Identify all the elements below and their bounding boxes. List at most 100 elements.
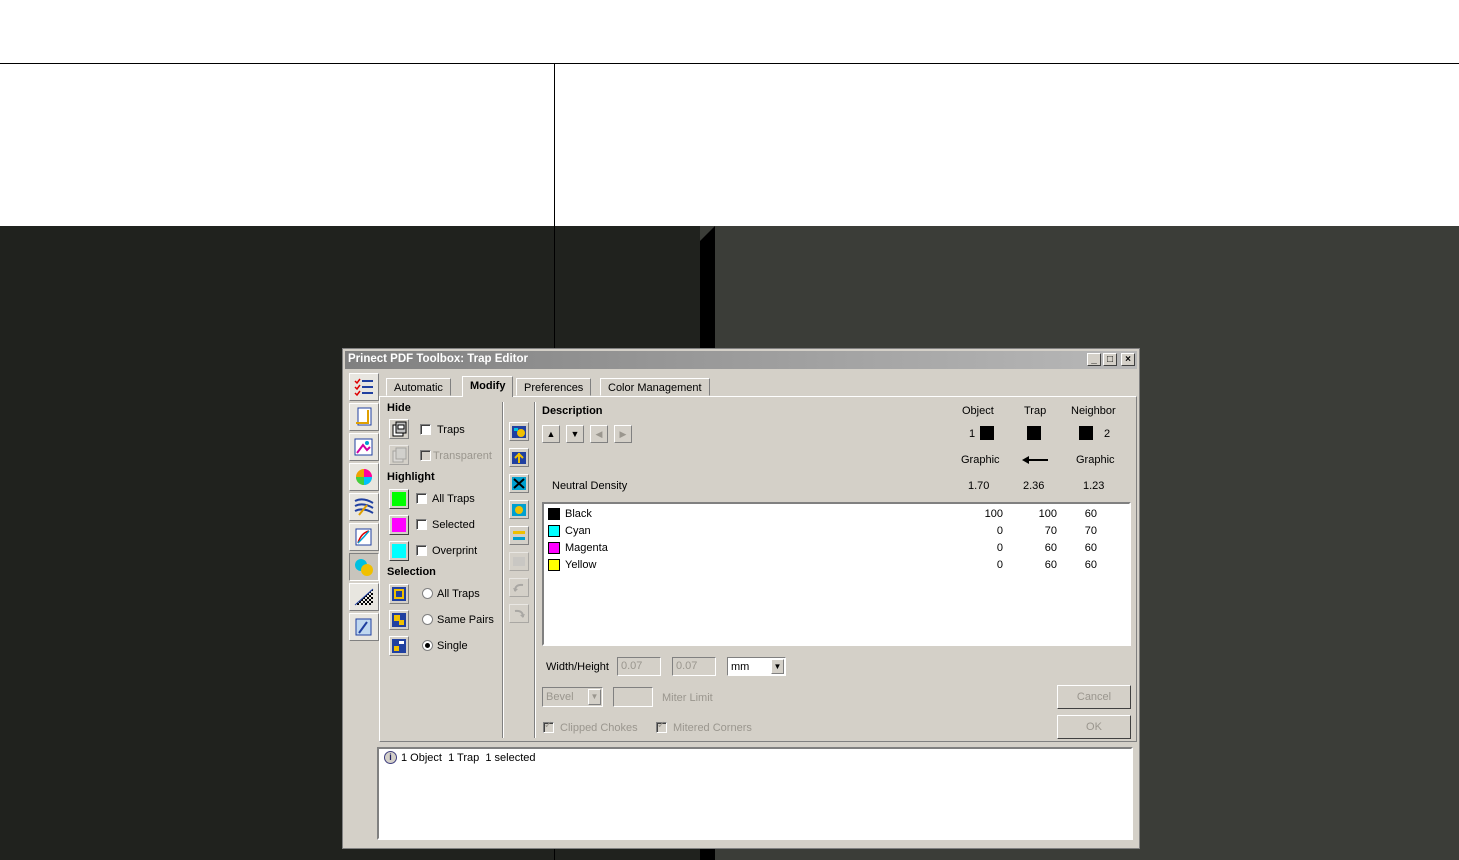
miter-limit-label: Miter Limit — [662, 692, 713, 704]
chevron-down-icon[interactable]: ▼ — [588, 689, 601, 705]
trap-tool-4-button[interactable] — [509, 500, 529, 519]
highlight-selected-label: Selected — [432, 519, 475, 531]
hide-transparent-checkbox[interactable] — [420, 450, 431, 461]
all-traps-radio[interactable] — [422, 588, 433, 599]
trap-tool-button[interactable] — [349, 553, 379, 581]
width-height-label: Width/Height — [546, 661, 609, 673]
list-item[interactable]: Black 100 100 60 — [547, 506, 1131, 523]
image-edit-icon — [354, 438, 373, 456]
neighbor-number: 2 — [1104, 428, 1111, 440]
select-same-pairs-button[interactable] — [389, 610, 409, 630]
screening-tool-button[interactable] — [349, 583, 379, 611]
move-down-button[interactable]: ▼ — [566, 425, 584, 443]
trap-settings-icon — [513, 557, 525, 566]
flight-check-tool-button[interactable] — [349, 613, 379, 641]
trap-direction-arrow-icon — [1021, 454, 1049, 469]
single-radio[interactable] — [422, 640, 433, 651]
ink-list[interactable]: Black 100 100 60 Cyan 0 70 70 Magenta 0 … — [542, 502, 1131, 646]
list-item[interactable]: Yellow 0 60 60 — [547, 557, 1131, 574]
select-all-icon — [392, 587, 406, 601]
cancel-button[interactable]: Cancel — [1057, 685, 1131, 709]
hide-traps-button[interactable] — [389, 419, 409, 439]
tab-color-management[interactable]: Color Management — [600, 378, 710, 396]
tab-modify[interactable]: Modify — [462, 376, 514, 397]
ink-name: Black — [565, 508, 592, 520]
minimize-icon: _ — [1091, 354, 1097, 365]
color-tool-button[interactable] — [349, 463, 379, 491]
ink-name: Magenta — [565, 542, 608, 554]
trap-color-swatch — [1027, 426, 1041, 440]
highlight-overprint-label: Overprint — [432, 545, 478, 557]
neighbor-column-header: Neighbor — [1071, 405, 1116, 417]
chevron-down-icon[interactable]: ▼ — [771, 659, 784, 674]
neighbor-color-swatch — [1079, 426, 1093, 440]
page-tool-button[interactable] — [349, 403, 379, 431]
highlight-all-traps-checkbox[interactable] — [416, 493, 427, 504]
image-tool-button[interactable] — [349, 433, 379, 461]
previous-button[interactable]: ◀ — [590, 425, 608, 443]
page-box-icon — [356, 407, 372, 426]
highlight-all-traps-color[interactable] — [389, 489, 409, 509]
highlight-selected-color[interactable] — [389, 515, 409, 535]
arrow-right-icon: ▶ — [619, 429, 627, 439]
trap-tool-1-button[interactable] — [509, 422, 529, 441]
redo-button[interactable] — [509, 604, 529, 623]
neighbor-type: Graphic — [1076, 454, 1115, 466]
ok-button[interactable]: OK — [1057, 715, 1131, 739]
join-type-select[interactable]: Bevel ▼ — [542, 687, 603, 707]
ink-trap-value: 70 — [1044, 525, 1057, 537]
radio-dot — [425, 643, 430, 648]
maximize-button[interactable]: □ — [1103, 353, 1117, 366]
tab-preferences[interactable]: Preferences — [516, 378, 592, 396]
background-bevel — [700, 226, 715, 241]
minimize-button[interactable]: _ — [1087, 353, 1101, 366]
panel-separator — [534, 402, 536, 738]
highlight-overprint-color[interactable] — [389, 541, 409, 561]
ink-color-swatch — [548, 508, 560, 520]
close-button[interactable]: × — [1121, 353, 1135, 366]
hide-transparent-button[interactable] — [389, 445, 409, 465]
curve-tool-button[interactable] — [349, 523, 379, 551]
ink-object-value: 0 — [996, 559, 1003, 571]
arrow-left-icon: ◀ — [595, 429, 603, 439]
miter-limit-input[interactable] — [613, 687, 653, 707]
unit-select[interactable]: mm ▼ — [727, 657, 786, 676]
all-traps-radio-label: All Traps — [437, 588, 480, 600]
trap-editor-dialog: Prinect PDF Toolbox: Trap Editor _ □ × A… — [342, 348, 1140, 849]
height-input[interactable]: 0.07 — [672, 657, 716, 676]
checklist-tool-button[interactable] — [349, 373, 379, 401]
hide-traps-checkbox[interactable] — [420, 424, 431, 435]
tab-label: Preferences — [524, 382, 584, 394]
same-pairs-icon — [392, 613, 406, 627]
ink-neighbor-value: 60 — [1084, 542, 1097, 554]
trap-tool-5-button[interactable] — [509, 526, 529, 545]
select-single-button[interactable] — [389, 636, 409, 656]
panel-separator — [502, 402, 504, 738]
title-bar[interactable]: Prinect PDF Toolbox: Trap Editor _ □ × — [345, 351, 1137, 369]
unit-value: mm — [731, 661, 750, 673]
trap-tool-2-button[interactable] — [509, 448, 529, 467]
arrow-up-icon: ▲ — [546, 429, 556, 439]
next-button[interactable]: ▶ — [614, 425, 632, 443]
width-input[interactable]: 0.07 — [617, 657, 661, 676]
maximize-icon: □ — [1106, 354, 1114, 365]
mitered-corners-checkbox[interactable]: ✓ — [656, 720, 667, 733]
move-up-button[interactable]: ▲ — [542, 425, 560, 443]
list-item[interactable]: Magenta 0 60 60 — [547, 540, 1131, 557]
highlight-selected-checkbox[interactable] — [416, 519, 427, 530]
undo-button[interactable] — [509, 578, 529, 597]
hide-traps-label: Traps — [437, 424, 465, 436]
list-item[interactable]: Cyan 0 70 70 — [547, 523, 1131, 540]
trap-icon — [355, 559, 373, 576]
tab-label: Modify — [470, 380, 506, 392]
hide-transparent-label: Transparent — [433, 450, 492, 462]
clipped-chokes-checkbox[interactable]: ✓ — [543, 720, 554, 733]
same-pairs-radio[interactable] — [422, 614, 433, 625]
separation-tool-button[interactable] — [349, 493, 379, 521]
delete-trap-button[interactable] — [509, 474, 529, 493]
trap-tool-6-button[interactable] — [509, 552, 529, 571]
tab-automatic[interactable]: Automatic — [386, 378, 451, 396]
status-text: 1 Object 1 Trap 1 selected — [401, 752, 536, 764]
select-all-traps-button[interactable] — [389, 584, 409, 604]
highlight-overprint-checkbox[interactable] — [416, 545, 427, 556]
